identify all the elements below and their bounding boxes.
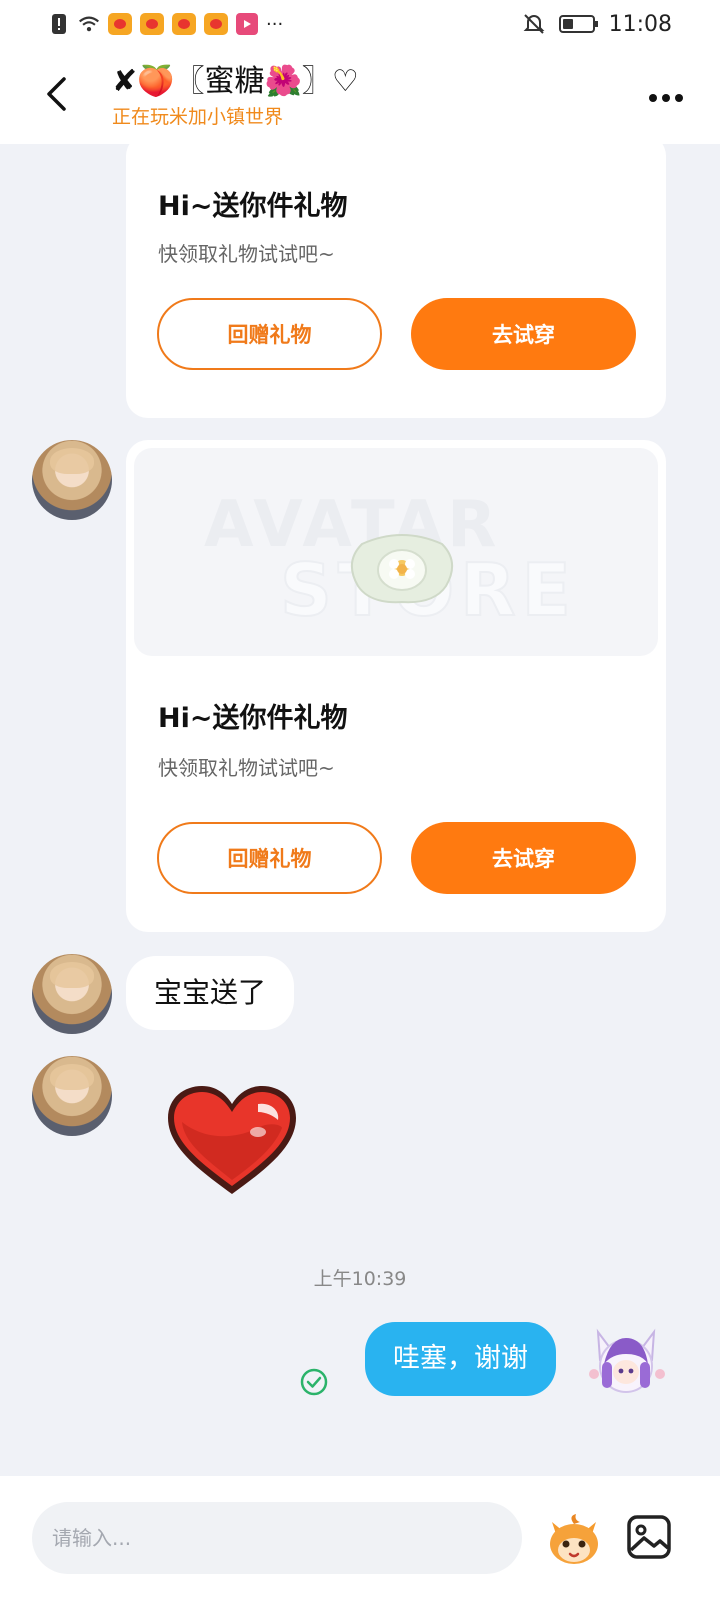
weibo-icon xyxy=(140,13,164,35)
try-on-button[interactable]: 去试穿 xyxy=(411,298,636,370)
more-options-button[interactable] xyxy=(642,78,690,118)
more-notifications-indicator: ··· xyxy=(266,13,284,35)
message-bubble[interactable]: 宝宝送了 xyxy=(126,956,295,1030)
weibo-icon xyxy=(204,13,228,35)
gift-card-title: Hi~送你件礼物 xyxy=(158,703,348,734)
chat-header: ✘🍑〖蜜糖🌺〗♡ 正在玩米加小镇世界 xyxy=(0,48,720,144)
chat-title-block[interactable]: ✘🍑〖蜜糖🌺〗♡ 正在玩米加小镇世界 xyxy=(112,62,359,130)
gift-item-image[interactable]: AVATAR STORE xyxy=(134,448,658,656)
more-dot xyxy=(675,94,683,102)
chevron-left-icon xyxy=(47,77,66,111)
try-on-button[interactable]: 去试穿 xyxy=(411,822,636,894)
contact-status: 正在玩米加小镇世界 xyxy=(112,106,284,128)
heart-sticker[interactable] xyxy=(162,1082,302,1202)
battery-icon xyxy=(558,15,598,33)
status-bar: ··· 11:08 xyxy=(0,0,720,48)
gift-card-subtitle: 快领取礼物试试吧~ xyxy=(158,242,335,266)
return-gift-button[interactable]: 回赠礼物 xyxy=(157,298,382,370)
video-app-icon xyxy=(236,13,258,35)
weibo-icon xyxy=(172,13,196,35)
mascot-emoji-icon[interactable] xyxy=(544,1512,604,1568)
image-icon[interactable] xyxy=(626,1514,672,1560)
self-avatar[interactable] xyxy=(580,1314,672,1406)
gift-card: AVATAR STORE Hi~送你件礼物 快领取礼物试试吧~ 回赠礼物 去试穿 xyxy=(126,440,666,932)
chat-messages[interactable]: Hi~送你件礼物 快领取礼物试试吧~ 回赠礼物 去试穿 AVATAR STORE… xyxy=(0,144,720,1476)
bell-muted-icon xyxy=(523,13,545,35)
alert-icon xyxy=(48,13,70,35)
weibo-icon xyxy=(108,13,132,35)
back-button[interactable] xyxy=(36,70,76,118)
contact-name: ✘🍑〖蜜糖🌺〗♡ xyxy=(112,64,359,99)
own-message-bubble[interactable]: 哇塞，谢谢 xyxy=(365,1322,556,1396)
read-check-icon xyxy=(300,1368,328,1396)
message-input[interactable] xyxy=(32,1502,522,1574)
wifi-icon xyxy=(78,13,100,35)
avatar[interactable] xyxy=(32,954,112,1034)
gift-card-subtitle: 快领取礼物试试吧~ xyxy=(158,756,335,780)
more-dot xyxy=(662,94,670,102)
more-dots-icon xyxy=(649,94,657,102)
input-bar xyxy=(0,1476,720,1600)
gift-card: Hi~送你件礼物 快领取礼物试试吧~ 回赠礼物 去试穿 xyxy=(126,144,666,418)
return-gift-button[interactable]: 回赠礼物 xyxy=(157,822,382,894)
status-time: 11:08 xyxy=(608,11,672,37)
pacifier-icon xyxy=(351,534,453,604)
time-separator: 上午10:39 xyxy=(313,1268,407,1290)
avatar[interactable] xyxy=(32,440,112,520)
avatar[interactable] xyxy=(32,1056,112,1136)
gift-card-title: Hi~送你件礼物 xyxy=(158,191,348,222)
